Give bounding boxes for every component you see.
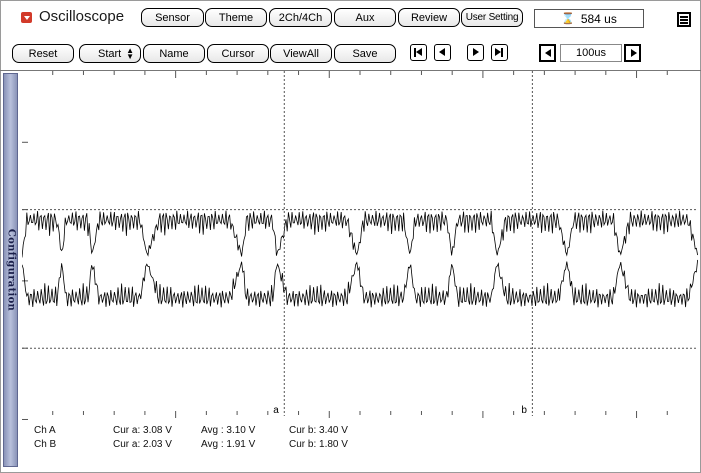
channel-b-cursor-a-value: Cur a: 2.03 V: [113, 439, 172, 450]
channel-a-trace: [22, 210, 698, 258]
app-title: Oscilloscope: [39, 8, 125, 25]
channel-b-trace: [22, 259, 698, 308]
hamburger-menu-icon[interactable]: [677, 12, 691, 27]
cursor-a-label: a: [273, 405, 279, 416]
start-select[interactable]: Start ▲ ▼: [79, 44, 141, 63]
dropdown-icon[interactable]: [21, 12, 32, 23]
tab-sensor[interactable]: Sensor: [141, 8, 204, 27]
spinner-arrows-icon: ▲ ▼: [126, 45, 134, 61]
tab-theme[interactable]: Theme: [205, 8, 267, 27]
start-label: Start: [98, 47, 122, 60]
plot-grid: [22, 71, 698, 420]
configuration-label: Configuration: [5, 228, 16, 312]
channel-a-name: Ch A: [34, 425, 56, 436]
waveform-plot[interactable]: a b: [22, 71, 698, 467]
skip-to-end-icon[interactable]: [491, 44, 508, 61]
channel-a-average-value: Avg : 3.10 V: [201, 425, 256, 436]
reset-button[interactable]: Reset: [12, 44, 74, 63]
cursor-b-label: b: [521, 405, 527, 416]
time-readout-box: ⌛ 584 us: [534, 9, 644, 28]
timebase-value[interactable]: 100us: [560, 44, 622, 62]
skip-to-start-icon[interactable]: [410, 44, 427, 61]
tab-aux[interactable]: Aux: [334, 8, 396, 27]
hourglass-icon: ⌛: [561, 13, 575, 25]
timebase-increase-icon[interactable]: [624, 44, 641, 62]
step-back-icon[interactable]: [434, 44, 451, 61]
configuration-tab[interactable]: Configuration: [3, 73, 18, 467]
time-readout: 584 us: [580, 11, 617, 26]
channel-a-cursor-b-value: Cur b: 3.40 V: [289, 425, 348, 436]
channel-b-name: Ch B: [34, 439, 57, 450]
name-button[interactable]: Name: [143, 44, 205, 63]
channel-b-average-value: Avg : 1.91 V: [201, 439, 256, 450]
tab-review[interactable]: Review: [398, 8, 460, 27]
tab-2ch-4ch[interactable]: 2Ch/4Ch: [269, 8, 332, 27]
save-button[interactable]: Save: [334, 44, 396, 63]
channel-b-cursor-b-value: Cur b: 1.80 V: [289, 439, 348, 450]
viewall-button[interactable]: ViewAll: [270, 44, 332, 63]
tab-user-setting[interactable]: User Setting: [461, 8, 523, 27]
cursor-button[interactable]: Cursor: [207, 44, 269, 63]
step-forward-icon[interactable]: [467, 44, 484, 61]
timebase-decrease-icon[interactable]: [539, 44, 556, 62]
channel-a-cursor-a-value: Cur a: 3.08 V: [113, 425, 172, 436]
